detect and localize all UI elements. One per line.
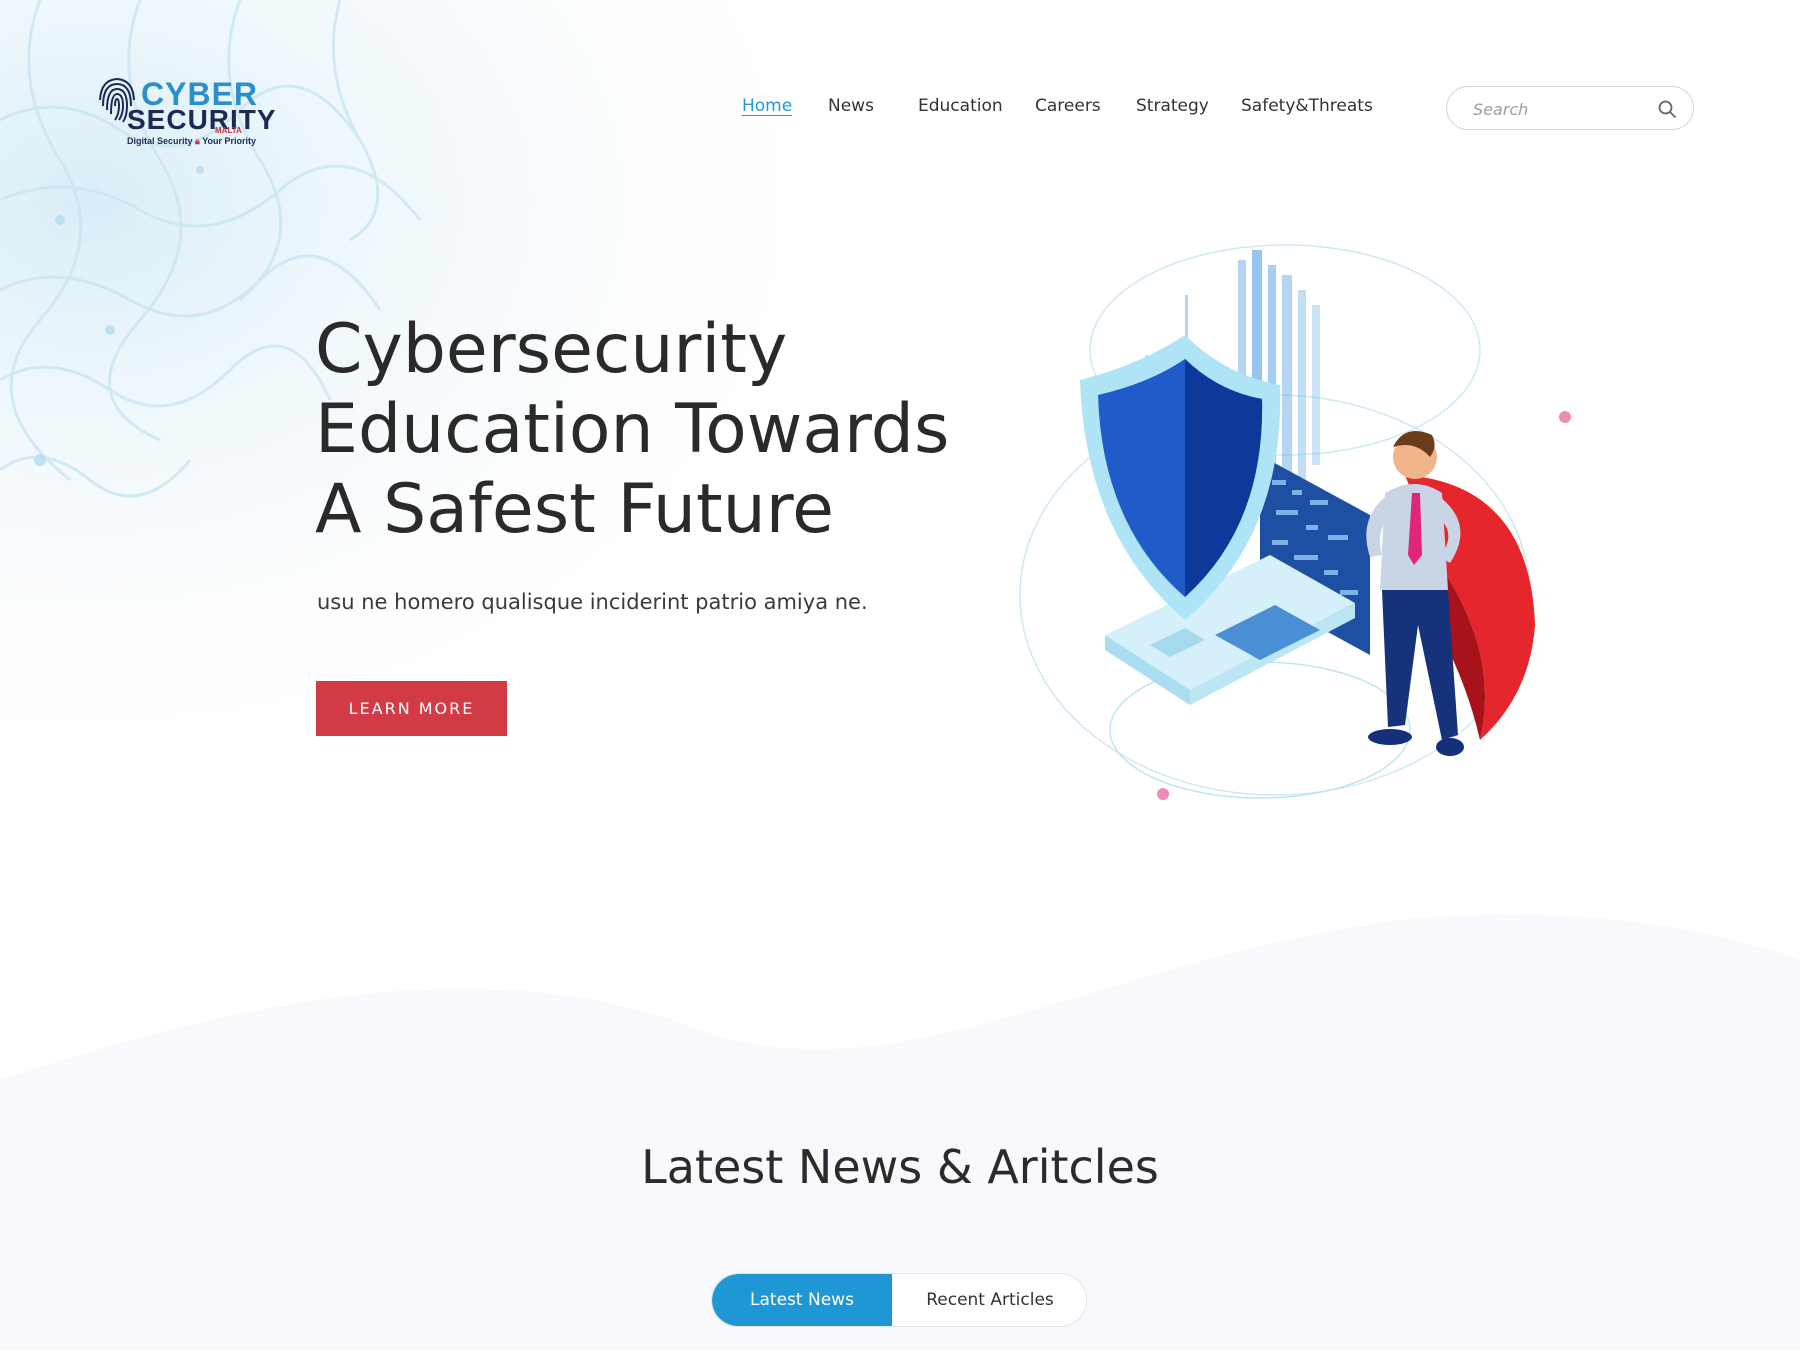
nav-home[interactable]: Home xyxy=(742,96,792,116)
section-title: Latest News & Aritcles xyxy=(641,1140,1159,1194)
search-box xyxy=(1446,86,1694,130)
tab-latest-news[interactable]: Latest News xyxy=(712,1274,892,1326)
learn-more-button[interactable]: LEARN MORE xyxy=(316,681,507,736)
tab-recent-articles[interactable]: Recent Articles xyxy=(892,1274,1086,1326)
hero-title-line-1: Cybersecurity xyxy=(315,310,788,389)
logo-tagline-right: Your Priority xyxy=(202,136,257,146)
search-input[interactable] xyxy=(1471,95,1655,123)
site-logo[interactable]: CYBER SECURITY MALTA Digital Security 🔒︎… xyxy=(97,76,276,152)
search-icon[interactable] xyxy=(1657,99,1677,119)
nav-careers[interactable]: Careers xyxy=(1035,96,1101,116)
logo-word-malta: MALTA xyxy=(215,126,242,135)
nav-safety-threats[interactable]: Safety&Threats xyxy=(1241,96,1373,116)
hero-title-line-2: Education Towards xyxy=(315,390,950,469)
hero-subtitle: usu ne homero qualisque inciderint patri… xyxy=(317,590,868,614)
news-tabs: Latest News Recent Articles xyxy=(711,1273,1087,1327)
logo-tagline: Digital Security 🔒︎ Your Priority xyxy=(127,136,256,147)
hero-title-line-3: A Safest Future xyxy=(315,470,834,549)
logo-word-security: SECURITY xyxy=(127,104,277,135)
nav-news[interactable]: News xyxy=(828,96,874,116)
nav-strategy[interactable]: Strategy xyxy=(1136,96,1209,116)
hero-illustration xyxy=(1010,235,1580,815)
hero-title: Cybersecurity Education Towards A Safest… xyxy=(315,310,955,550)
logo-tagline-left: Digital Security xyxy=(127,136,193,146)
nav-education[interactable]: Education xyxy=(918,96,1003,116)
lock-icon: 🔒︎ xyxy=(195,136,200,146)
